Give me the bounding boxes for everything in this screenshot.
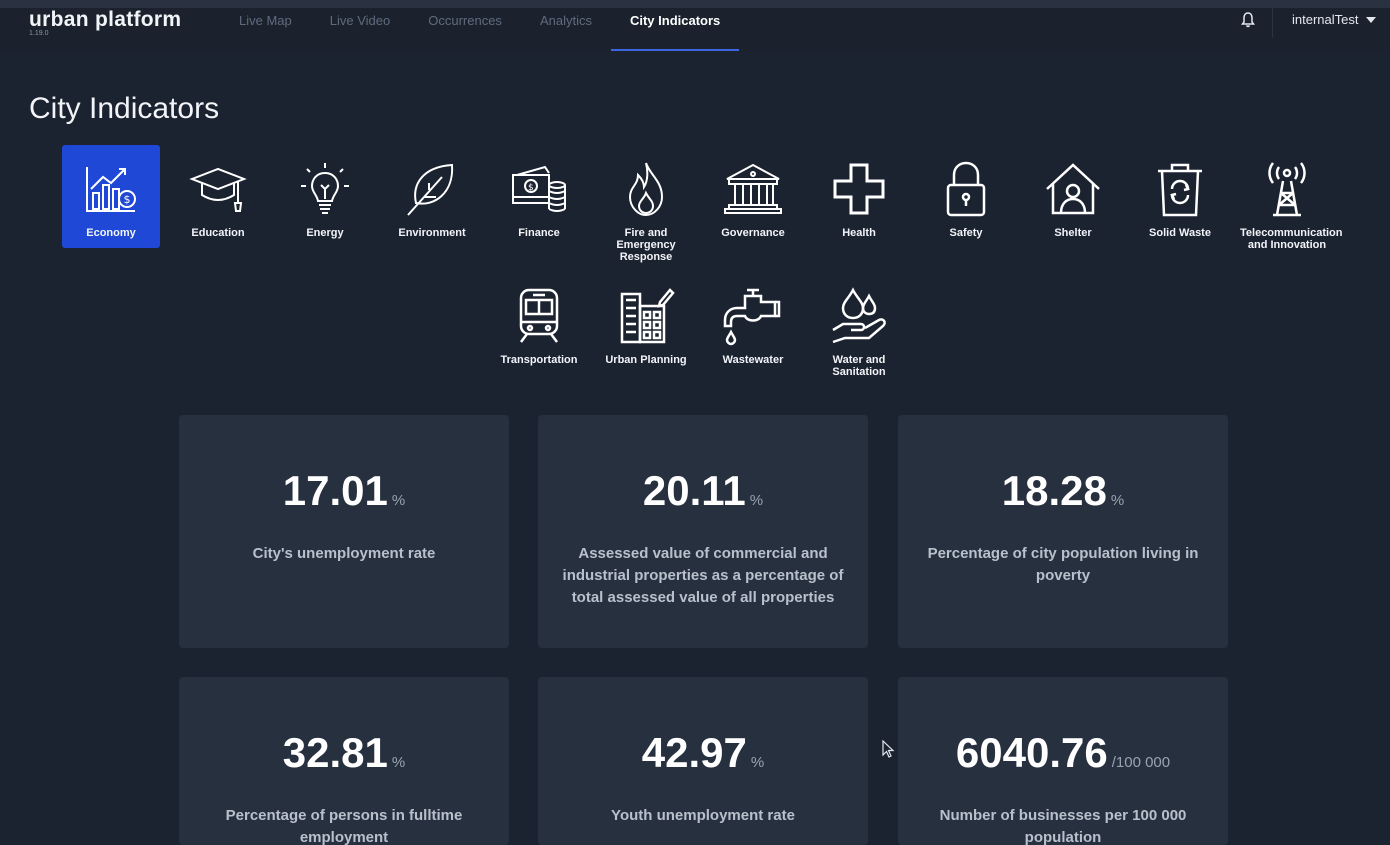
page-title: City Indicators (29, 92, 220, 125)
category-label: Solid Waste (1149, 227, 1211, 239)
indicator-value-row: 6040.76/100 000 (898, 729, 1228, 777)
category-label: Environment (398, 227, 466, 239)
indicator-value-row: 32.81% (179, 729, 509, 777)
lightbulb-icon (301, 163, 349, 214)
nav-city-indicators[interactable]: City Indicators (610, 12, 740, 51)
category-label: Telecommunication and Innovation (1240, 227, 1343, 251)
indicator-value-row: 18.28% (898, 467, 1228, 515)
hand-water-drop-icon (832, 287, 886, 344)
mouse-cursor-icon (882, 740, 895, 758)
indicator-unit: % (749, 492, 764, 509)
category-telecommunication-and-innovation[interactable]: Telecommunication and Innovation (1238, 145, 1343, 251)
category-safety[interactable]: Safety (917, 145, 1015, 248)
category-finance[interactable]: $ Finance (490, 145, 588, 248)
category-energy[interactable]: Energy (276, 145, 374, 248)
nav-analytics[interactable]: Analytics (521, 12, 611, 49)
category-shelter[interactable]: Shelter (1024, 145, 1122, 248)
leaf-icon (407, 163, 454, 216)
indicator-card[interactable]: 20.11% Assessed value of commercial and … (538, 415, 868, 648)
indicator-unit: % (391, 492, 406, 509)
category-label: Wastewater (722, 354, 784, 366)
category-label: Education (191, 227, 245, 239)
indicator-unit: % (1110, 492, 1125, 509)
house-person-icon (1046, 163, 1100, 215)
indicator-card[interactable]: 18.28% Percentage of city population liv… (898, 415, 1228, 648)
brand-name: urban platform (29, 8, 182, 31)
indicator-unit: % (391, 754, 406, 771)
category-urban-planning[interactable]: Urban Planning (597, 272, 695, 375)
graduation-cap-icon (189, 167, 247, 212)
category-label: Fire and Emergency Response (616, 227, 676, 263)
category-governance[interactable]: Governance (704, 145, 802, 248)
category-label: Urban Planning (605, 354, 687, 366)
money-stack-icon: $ (512, 165, 566, 212)
indicator-value-row: 17.01% (179, 467, 509, 515)
svg-text:$: $ (124, 193, 131, 206)
indicator-card[interactable]: 6040.76/100 000 Number of businesses per… (898, 677, 1228, 845)
recycle-bin-icon (1158, 163, 1202, 217)
indicator-card[interactable]: 42.97% Youth unemployment rate (538, 677, 868, 845)
indicator-description: Assessed value of commercial and industr… (562, 545, 844, 606)
indicator-description: Youth unemployment rate (611, 807, 795, 824)
indicator-value: 6040.76 (955, 729, 1108, 776)
category-solid-waste[interactable]: Solid Waste (1131, 145, 1229, 248)
category-label: Economy (86, 227, 136, 239)
indicator-value: 17.01 (282, 467, 388, 514)
indicator-card[interactable]: 17.01% City's unemployment rate (179, 415, 509, 648)
nav-live-video[interactable]: Live Video (311, 12, 409, 49)
category-education[interactable]: Education (169, 145, 267, 248)
indicator-value: 20.11 (642, 467, 746, 514)
category-water-and-sanitation[interactable]: Water and Sanitation (810, 272, 908, 378)
buildings-icon (620, 288, 675, 344)
svg-text:$: $ (528, 183, 534, 193)
antenna-tower-icon (1268, 162, 1306, 217)
indicator-description: City's unemployment rate (252, 545, 436, 562)
government-building-icon (724, 163, 782, 214)
category-health[interactable]: Health (810, 145, 908, 248)
category-label: Transportation (500, 354, 578, 366)
nav-occurrences[interactable]: Occurrences (409, 12, 521, 49)
main-nav: Live Map Live Video Occurrences Analytic… (220, 12, 740, 51)
category-label: Finance (518, 227, 560, 239)
top-navigation-bar: urban platform 1.19.0 Live Map Live Vide… (0, 0, 1390, 51)
category-label: Governance (721, 227, 785, 239)
notification-bell-icon[interactable] (1240, 11, 1256, 29)
indicator-value: 42.97 (641, 729, 747, 776)
indicator-description: Percentage of city population living in … (927, 545, 1199, 584)
category-label: Energy (306, 227, 344, 239)
indicator-description: Number of businesses per 100 000 populat… (939, 807, 1187, 845)
flame-icon (628, 162, 664, 217)
indicator-unit: % (750, 754, 765, 771)
category-fire-and-emergency-response[interactable]: Fire and Emergency Response (597, 145, 695, 263)
padlock-icon (946, 161, 986, 217)
username: internalTest (1292, 12, 1359, 27)
indicator-value: 18.28 (1001, 467, 1107, 514)
indicator-card[interactable]: 32.81% Percentage of persons in fulltime… (179, 677, 509, 845)
category-wastewater[interactable]: Wastewater (704, 272, 802, 375)
user-menu[interactable]: internalTest (1292, 12, 1377, 27)
train-icon (519, 288, 559, 343)
category-label: Shelter (1054, 227, 1092, 239)
topbar-divider (1272, 8, 1273, 38)
economy-chart-icon: $ (86, 167, 136, 212)
category-label: Water and Sanitation (832, 354, 886, 378)
category-label: Health (842, 227, 876, 239)
category-economy[interactable]: $ Economy (62, 145, 160, 248)
category-label: Safety (949, 227, 983, 239)
nav-live-map[interactable]: Live Map (220, 12, 311, 49)
chevron-down-icon (1366, 16, 1377, 23)
faucet-icon (723, 288, 781, 346)
brand-logo[interactable]: urban platform 1.19.0 (29, 8, 181, 37)
indicator-description: Percentage of persons in fulltime employ… (225, 807, 463, 845)
indicator-value: 32.81 (282, 729, 388, 776)
indicator-value-row: 42.97% (538, 729, 868, 777)
category-transportation[interactable]: Transportation (490, 272, 588, 375)
medical-cross-icon (833, 163, 885, 215)
indicator-unit: /100 000 (1111, 754, 1171, 771)
indicator-value-row: 20.11% (538, 467, 868, 515)
category-environment[interactable]: Environment (383, 145, 481, 248)
